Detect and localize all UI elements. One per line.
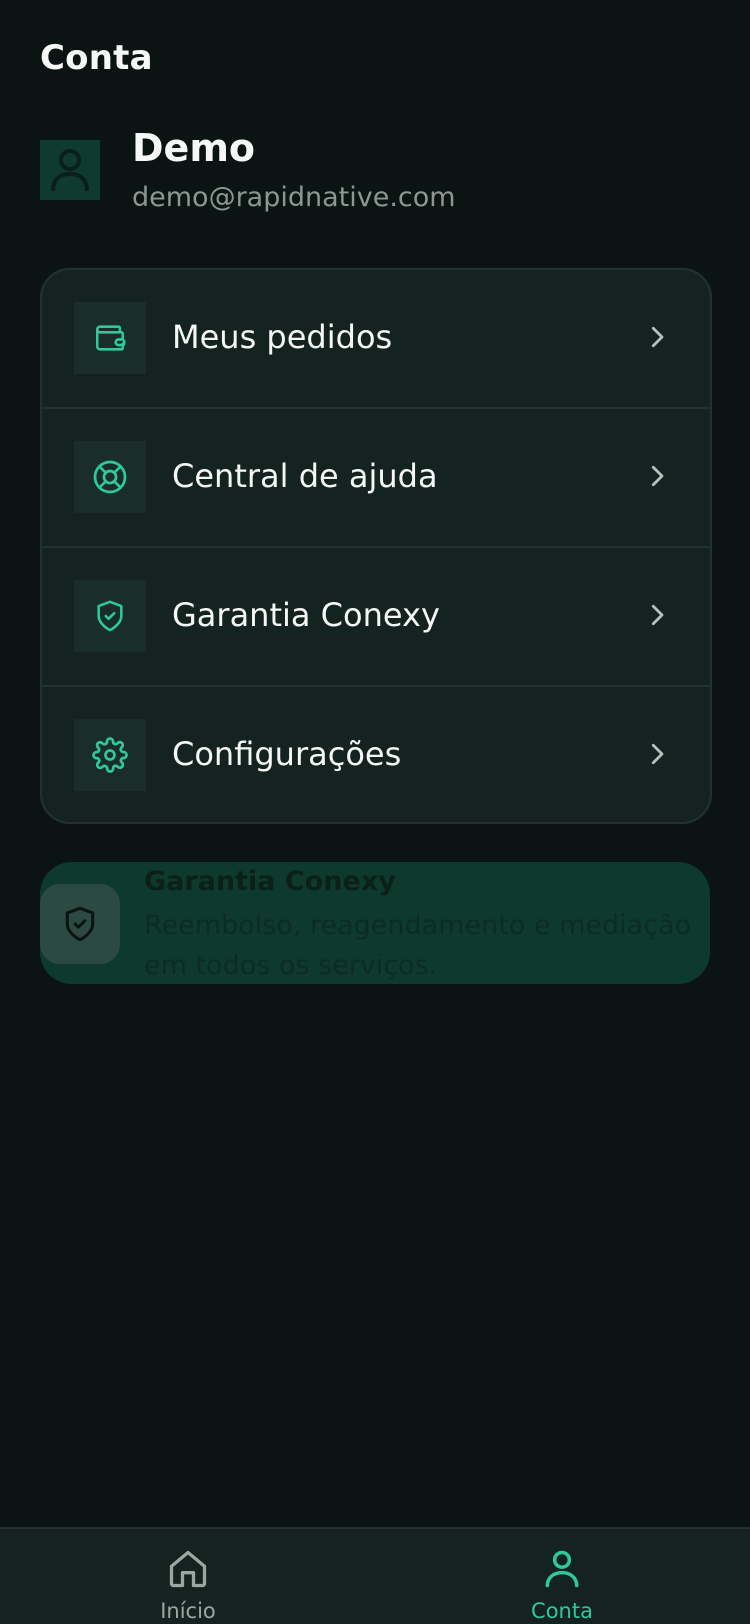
avatar — [40, 140, 100, 200]
menu-item-label: Garantia Conexy — [172, 596, 440, 634]
menu-item-label: Configurações — [172, 735, 402, 773]
menu-item-garantia-conexy[interactable]: Garantia Conexy — [42, 548, 710, 687]
menu-item-meus-pedidos[interactable]: Meus pedidos — [42, 270, 710, 409]
profile-email: demo@rapidnative.com — [132, 182, 456, 213]
profile-name: Demo — [132, 126, 256, 170]
page-title: Conta — [40, 38, 153, 78]
menu-item-configuracoes[interactable]: Configurações — [42, 687, 710, 822]
menu-item-central-de-ajuda[interactable]: Central de ajuda — [42, 409, 710, 548]
shield-check-icon — [65, 906, 95, 942]
user-icon — [51, 149, 89, 192]
wallet-icon — [95, 325, 126, 351]
menu-item-label: Meus pedidos — [172, 318, 393, 356]
user-icon — [545, 1550, 579, 1588]
banner-icon-container — [40, 884, 120, 964]
home-icon — [169, 1550, 207, 1588]
chevron-right-icon — [651, 604, 664, 626]
tab-inicio[interactable]: Início — [88, 1529, 288, 1624]
shield-check-icon — [97, 600, 123, 632]
bottom-tab-bar: Início Conta — [0, 1527, 750, 1624]
menu-card: Meus pedidos Central de ajuda Garantia C… — [40, 268, 712, 824]
gear-icon — [92, 737, 128, 773]
chevron-right-icon — [651, 743, 664, 765]
chevron-right-icon — [651, 465, 664, 487]
banner-text: Reembolso, reagendamento e mediação em t… — [144, 910, 692, 981]
tab-label: Início — [160, 1599, 216, 1623]
account-screen: Conta Demo demo@rapidnative.com Meus ped… — [0, 0, 750, 1624]
tab-conta[interactable]: Conta — [462, 1529, 662, 1624]
chevron-right-icon — [651, 326, 664, 348]
tab-label: Conta — [531, 1599, 593, 1623]
menu-item-label: Central de ajuda — [172, 457, 438, 495]
lifebuoy-icon — [93, 460, 127, 494]
guarantee-banner[interactable]: Garantia Conexy Reembolso, reagendamento… — [40, 862, 710, 984]
banner-title: Garantia Conexy — [144, 866, 396, 897]
profile-section: Demo demo@rapidnative.com — [40, 126, 720, 226]
